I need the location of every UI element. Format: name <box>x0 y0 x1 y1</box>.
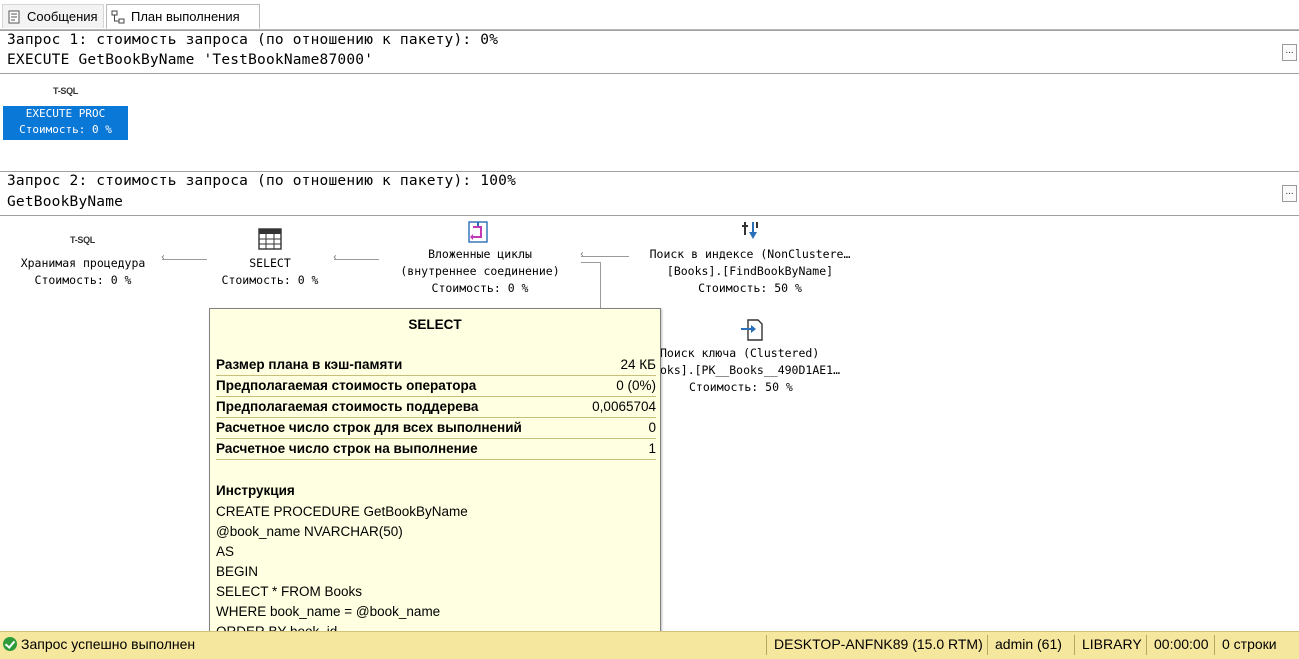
status-divider <box>1146 635 1147 655</box>
stored-procedure-cost: Стоимость: 0 % <box>34 273 132 287</box>
messages-icon <box>7 10 21 24</box>
connector-lookup-loops-vertical <box>600 262 601 308</box>
status-divider <box>1214 635 1215 655</box>
tab-execution-plan-label: План выполнения <box>131 9 240 24</box>
tooltip-statement-line: WHERE book_name = @book_name <box>216 604 441 619</box>
tooltip-statement-line: AS <box>216 544 235 559</box>
index-seek-label: Поиск в индексе (NonClustere… <box>649 247 851 261</box>
nested-loops-join-type: (внутреннее соединение) <box>400 264 560 278</box>
tooltip-row: Предполагаемая стоимость оператора 0 (0%… <box>216 376 656 397</box>
execute-proc-node[interactable]: EXECUTE PROC Стоимость: 0 % <box>3 106 128 140</box>
select-icon <box>258 228 282 255</box>
tooltip-statement-line: @book_name NVARCHAR(50) <box>216 524 403 539</box>
tooltip-row-value: 0 <box>648 420 656 435</box>
tooltip-row-key: Размер плана в кэш-памяти <box>216 357 403 372</box>
execute-proc-label: EXECUTE PROC <box>25 107 106 120</box>
tooltip-statement-line: SELECT * FROM Books <box>216 584 363 599</box>
key-lookup-object: oks].[PK__Books__490D1AE1… <box>660 363 841 377</box>
nested-loops-icon <box>467 220 489 249</box>
query2-cost-text: Запрос 2: стоимость запроса (по отношени… <box>7 173 516 189</box>
query2-statement-text: GetBookByName <box>7 194 124 210</box>
tooltip-statement-line: BEGIN <box>216 564 259 579</box>
select-node[interactable]: SELECT Стоимость: 0 % <box>200 255 340 289</box>
tsql-badge: T-SQL <box>70 235 95 245</box>
execute-proc-cost: Стоимость: 0 % <box>19 123 112 136</box>
tooltip-row: Расчетное число строк для всех выполнени… <box>216 418 656 439</box>
tooltip-row-value: 0,0065704 <box>592 399 656 414</box>
connector-loops-select <box>334 259 379 260</box>
select-tooltip: SELECT Размер плана в кэш-памяти 24 КБ П… <box>209 308 661 646</box>
tooltip-row-key: Предполагаемая стоимость поддерева <box>216 399 479 414</box>
status-database: LIBRARY <box>1082 636 1142 652</box>
status-divider <box>766 635 767 655</box>
tooltip-row-value: 1 <box>648 441 656 456</box>
tooltip-row-key: Расчетное число строк на выполнение <box>216 441 478 456</box>
query1-cost-text: Запрос 1: стоимость запроса (по отношени… <box>7 32 499 48</box>
tab-execution-plan[interactable]: План выполнения <box>106 4 260 29</box>
tooltip-row-value: 0 (0%) <box>616 378 656 393</box>
tooltip-row-value: 24 КБ <box>620 357 657 372</box>
key-lookup-node[interactable]: Поиск ключа (Clustered) oks].[PK__Books_… <box>660 345 872 396</box>
select-node-label: SELECT <box>249 256 291 270</box>
stored-procedure-node[interactable]: Хранимая процедура Стоимость: 0 % <box>3 255 163 289</box>
status-message: Запрос успешно выполнен <box>21 636 196 652</box>
nested-loops-cost: Стоимость: 0 % <box>431 281 529 295</box>
tooltip-row: Размер плана в кэш-памяти 24 КБ <box>216 355 656 376</box>
index-seek-node[interactable]: Поиск в индексе (NonClustere… [Books].[F… <box>628 246 872 297</box>
status-user: admin (61) <box>995 636 1062 652</box>
tooltip-statement-header: Инструкция <box>216 483 295 498</box>
select-node-cost: Стоимость: 0 % <box>221 273 319 287</box>
query1-statement-text: EXECUTE GetBookByName 'TestBookName87000… <box>7 52 374 68</box>
tab-messages[interactable]: Сообщения <box>2 4 104 28</box>
status-divider <box>1074 635 1075 655</box>
key-lookup-cost: Стоимость: 50 % <box>689 380 793 394</box>
tsql-badge: T-SQL <box>53 86 78 96</box>
nested-loops-node[interactable]: Вложенные циклы (внутреннее соединение) … <box>380 246 580 297</box>
connector-seek-loops <box>581 256 629 257</box>
connector-lookup-loops <box>581 262 601 263</box>
status-time: 00:00:00 <box>1154 636 1209 652</box>
key-lookup-icon <box>740 318 764 347</box>
nested-loops-label: Вложенные циклы <box>428 247 532 261</box>
query2-details-button[interactable]: ... <box>1282 185 1297 202</box>
key-lookup-label: Поиск ключа (Clustered) <box>660 346 820 360</box>
index-seek-object: [Books].[FindBookByName] <box>666 264 834 278</box>
success-icon <box>3 637 17 651</box>
status-server: DESKTOP-ANFNK89 (15.0 RTM) <box>774 636 983 652</box>
query1-details-button[interactable]: ... <box>1282 44 1297 61</box>
tab-messages-label: Сообщения <box>27 9 98 24</box>
status-divider <box>987 635 988 655</box>
execution-plan-icon <box>111 10 125 24</box>
index-seek-icon <box>740 219 762 248</box>
tooltip-row: Расчетное число строк на выполнение 1 <box>216 439 656 460</box>
stored-procedure-label: Хранимая процедура <box>20 256 146 270</box>
tooltip-title: SELECT <box>408 317 462 332</box>
tooltip-statement-line: CREATE PROCEDURE GetBookByName <box>216 504 468 519</box>
tooltip-row-key: Расчетное число строк для всех выполнени… <box>216 420 522 435</box>
index-seek-cost: Стоимость: 50 % <box>698 281 802 295</box>
status-rows: 0 строки <box>1222 636 1277 652</box>
tooltip-row-key: Предполагаемая стоимость оператора <box>216 378 477 393</box>
tooltip-row: Предполагаемая стоимость поддерева 0,006… <box>216 397 656 418</box>
status-bar: Запрос успешно выполнен DESKTOP-ANFNK89 … <box>0 631 1299 659</box>
